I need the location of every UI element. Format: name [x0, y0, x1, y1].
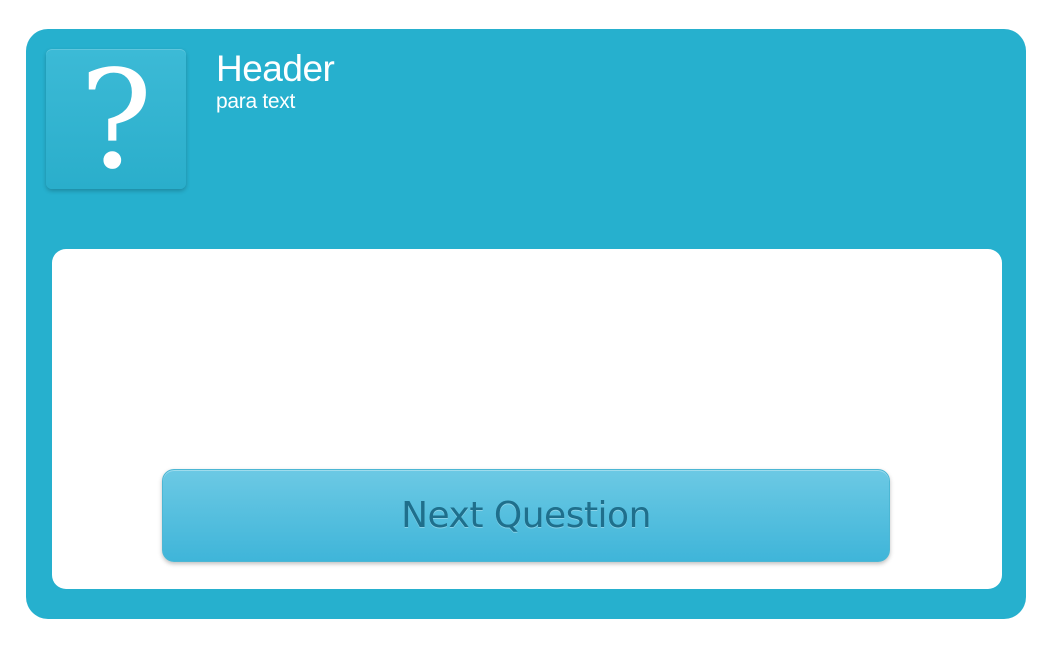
header-title: Header	[216, 48, 335, 89]
question-card: ? Header para text Next Question	[26, 29, 1026, 619]
header-para-text: para text	[216, 90, 296, 113]
next-question-button[interactable]: Next Question	[162, 469, 890, 562]
next-question-label: Next Question	[401, 495, 651, 536]
question-mark-glyph: ?	[79, 49, 153, 189]
content-panel: Next Question	[52, 249, 1002, 589]
question-mark-icon: ?	[46, 49, 186, 189]
